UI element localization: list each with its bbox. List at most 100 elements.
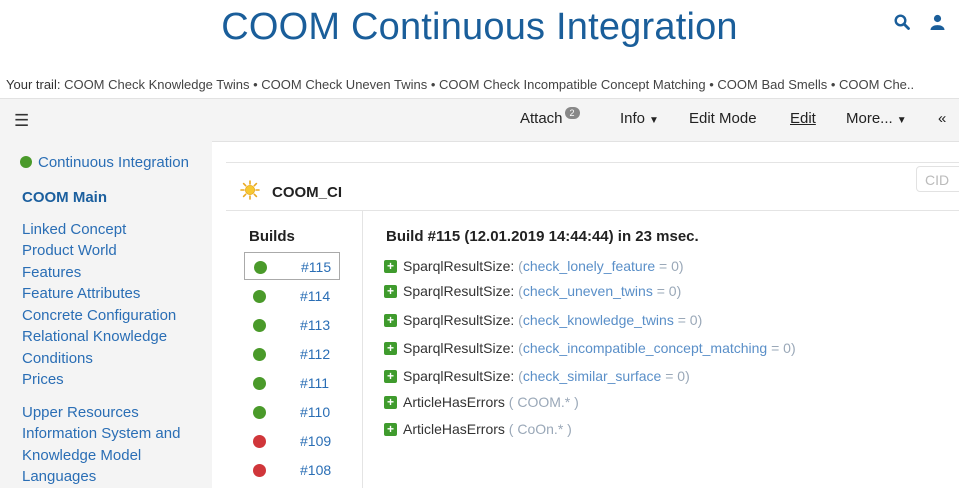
sidebar-item[interactable]: Features [22,264,81,281]
paren-close: ) [790,340,796,356]
sidebar-item[interactable]: Relational Knowledge [22,328,167,345]
sidebar-item[interactable]: Knowledge Model [22,447,141,464]
build-number: #108 [300,462,332,478]
build-status-dot [253,348,266,361]
build-row[interactable]: #110 [244,398,340,426]
build-number: #111 [300,375,330,391]
build-row[interactable]: #109 [244,427,340,455]
widget-header: COOM_CI [240,180,342,205]
build-status-dot [254,261,267,274]
build-row[interactable]: #108 [244,456,340,484]
attach-button[interactable]: Attach 2 [520,107,580,127]
trail-item[interactable]: COOM Che.. [839,77,914,92]
info-label: Info [620,110,646,127]
build-status-dot [253,435,266,448]
build-row[interactable]: #111 [244,369,340,397]
sidebar-heading-coom-main[interactable]: COOM Main [22,189,107,206]
page-title: COOM Continuous Integration [221,6,738,48]
caret-down-icon: ▼ [649,115,659,126]
attach-label: Attach [520,110,563,127]
sidebar-item[interactable]: Prices [22,371,64,388]
sidebar-item[interactable]: Information System and [22,425,180,442]
build-status-dot [253,319,266,332]
info-menu-button[interactable]: Info ▼ [620,110,659,127]
result-row: + SparqlResultSize: (check_incompatible_c… [384,340,796,356]
paren-close: ) [676,283,682,299]
trail-label: Your trail: [6,77,61,92]
build-number: #113 [300,317,331,333]
result-arg: CoOn.* [517,421,564,437]
result-row: + SparqlResultSize: (check_similar_surfac… [384,368,690,384]
paren-close: ) [678,258,684,274]
main-content: CID COOM_CI Builds #115 #114 #113 #112 #… [226,140,959,488]
result-row: + SparqlResultSize: (check_uneven_twins =… [384,283,681,299]
builds-title: Builds [249,228,295,245]
builds-list: Builds #115 #114 #113 #112 #111 #110 #10… [226,211,363,488]
build-row[interactable]: #113 [244,311,340,339]
result-link[interactable]: check_lonely_feature [523,258,655,274]
result-row: + SparqlResultSize: (check_lonely_feature… [384,258,684,274]
result-label: SparqlResultSize: [403,340,515,356]
trail-item[interactable]: COOM Check Incompatible Concept Matching [439,77,706,92]
user-icon[interactable] [930,14,945,30]
sidebar: Continuous Integration COOM Main Linked … [0,140,212,488]
search-icon[interactable] [894,14,910,30]
result-link[interactable]: check_knowledge_twins [523,312,674,328]
sidebar-item-continuous-integration[interactable]: Continuous Integration [20,154,189,171]
result-link[interactable]: check_incompatible_concept_matching [523,340,767,356]
widget-title: COOM_CI [272,184,343,201]
build-status-dot [253,406,266,419]
paren-close: ) [574,394,579,410]
status-dot-icon [20,156,32,168]
more-label: More... [846,110,893,127]
expand-plus-icon[interactable]: + [384,369,397,383]
result-link[interactable]: check_similar_surface [523,368,662,384]
result-link[interactable]: check_uneven_twins [523,283,653,299]
result-label: SparqlResultSize: [403,312,515,328]
edit-mode-button[interactable]: Edit Mode [689,110,757,127]
paren-close: ) [567,421,572,437]
caret-down-icon: ▼ [896,115,907,126]
build-status-dot [253,377,266,390]
sidebar-item[interactable]: Linked Concept [22,221,126,238]
build-row[interactable]: #114 [244,282,340,310]
menu-icon[interactable]: ☰ [14,111,29,131]
result-label: ArticleHasErrors [403,394,505,410]
breadcrumb-trail: Your trail: COOM Check Knowledge Twins •… [6,77,915,92]
cid-input[interactable]: CID [916,166,959,192]
result-value: = 0 [656,283,677,299]
expand-plus-icon[interactable]: + [384,341,397,355]
build-number: #112 [300,346,331,362]
build-status-dot [253,464,266,477]
sidebar-item[interactable]: Upper Resources [22,404,139,421]
trail-item[interactable]: COOM Check Uneven Twins [261,77,427,92]
more-menu-button[interactable]: More... ▼ [846,110,907,127]
paren-close: ) [697,312,703,328]
divider [226,162,959,163]
sidebar-item[interactable]: Concrete Configuration [22,307,176,324]
trail-item[interactable]: COOM Bad Smells [717,77,827,92]
build-number: #115 [301,259,332,275]
edit-button[interactable]: Edit [790,110,816,127]
sidebar-item[interactable]: Feature Attributes [22,285,140,302]
sidebar-item-label: Continuous Integration [38,154,189,171]
result-row: + ArticleHasErrors ( CoOn.* ) [384,421,572,437]
trail-item[interactable]: COOM Check Knowledge Twins [64,77,249,92]
sidebar-item[interactable]: Product World [22,242,117,259]
sidebar-item[interactable]: Languages [22,468,96,485]
build-row[interactable]: #112 [244,340,340,368]
paren-open: ( [508,394,514,410]
result-value: = 0 [665,368,686,384]
build-number: #109 [300,433,332,449]
result-row: + ArticleHasErrors ( COOM.* ) [384,394,579,410]
sidebar-item[interactable]: Conditions [22,350,93,367]
expand-plus-icon[interactable]: + [384,284,397,298]
sun-icon [240,180,260,205]
expand-plus-icon[interactable]: + [384,395,397,409]
collapse-button[interactable]: « [938,110,946,127]
expand-plus-icon[interactable]: + [384,422,397,436]
expand-plus-icon[interactable]: + [384,259,397,273]
expand-plus-icon[interactable]: + [384,313,397,327]
build-row-selected[interactable]: #115 [244,252,340,280]
result-row: + SparqlResultSize: (check_knowledge_twin… [384,312,702,328]
